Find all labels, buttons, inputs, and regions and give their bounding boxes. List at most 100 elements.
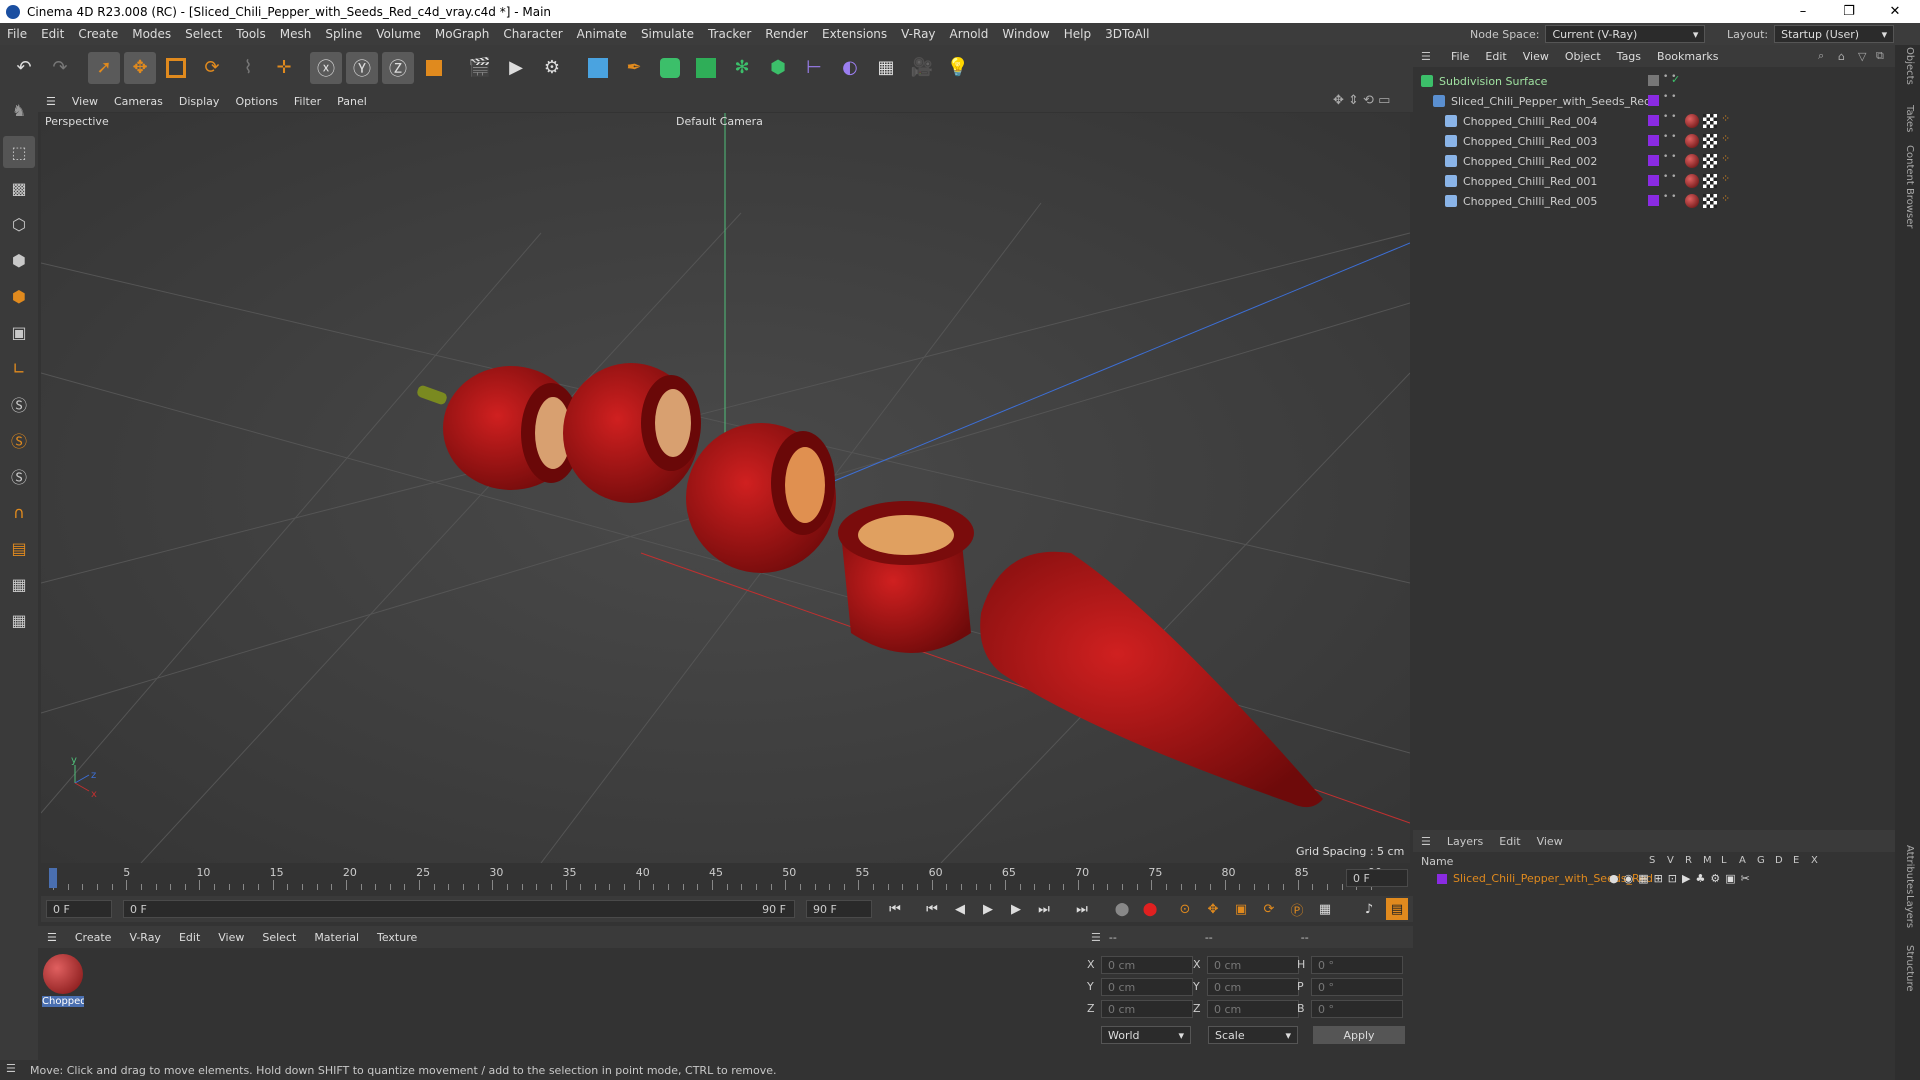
- material-tag-icon[interactable]: [1685, 134, 1699, 148]
- menu-tools[interactable]: Tools: [229, 27, 273, 41]
- layers-menu-layers[interactable]: Layers: [1439, 835, 1491, 848]
- undo-button[interactable]: ↶: [8, 52, 40, 84]
- layer-color-tag[interactable]: [1648, 135, 1659, 146]
- layout-dropdown[interactable]: Startup (User) ▾: [1774, 25, 1895, 43]
- coord-value-field[interactable]: 0 °: [1311, 956, 1403, 974]
- playhead[interactable]: [49, 868, 57, 888]
- scale-key-button[interactable]: ▣: [1230, 898, 1252, 920]
- mograph-button[interactable]: ⬢: [762, 52, 794, 84]
- home-icon[interactable]: ⌂: [1838, 50, 1845, 63]
- transform-button[interactable]: ✛: [268, 52, 300, 84]
- filter-icon[interactable]: ▽: [1858, 50, 1866, 63]
- uvw-tag-checker-icon[interactable]: [1703, 154, 1717, 168]
- node-space-dropdown[interactable]: Current (V-Ray) ▾: [1545, 25, 1706, 43]
- enabled-check-icon[interactable]: ✓: [1671, 73, 1680, 86]
- workplane-button[interactable]: ▤: [3, 532, 35, 564]
- point-level-key-button[interactable]: ▦: [1314, 898, 1336, 920]
- object-row[interactable]: Subdivision Surface • • ✓: [1413, 71, 1895, 91]
- side-tab-takes[interactable]: Takes: [1904, 105, 1915, 132]
- uvw-tag-checker-icon[interactable]: [1703, 114, 1717, 128]
- record-button[interactable]: ⬤: [1111, 898, 1133, 920]
- material-swatch[interactable]: Chopped: [42, 954, 84, 1012]
- visibility-dots-icon[interactable]: • •: [1663, 173, 1676, 182]
- side-tab-content-browser[interactable]: Content Browser: [1904, 145, 1915, 228]
- uv-mode-button[interactable]: ▣: [3, 316, 35, 348]
- render-settings-button[interactable]: ⚙: [536, 52, 568, 84]
- make-editable-button[interactable]: ♞: [3, 94, 35, 126]
- material-menu-edit[interactable]: Edit: [170, 931, 209, 944]
- menu-modes[interactable]: Modes: [125, 27, 178, 41]
- sculpt-grid-button[interactable]: ▦: [3, 604, 35, 636]
- material-tag-icon[interactable]: [1685, 194, 1699, 208]
- rotate-tool-button[interactable]: ⟳: [196, 52, 228, 84]
- menu-animate[interactable]: Animate: [570, 27, 634, 41]
- menu-simulate[interactable]: Simulate: [634, 27, 701, 41]
- y-axis-button[interactable]: Ⓨ: [346, 51, 378, 84]
- side-tab-layers[interactable]: Layers: [1904, 895, 1915, 928]
- menu-render[interactable]: Render: [758, 27, 815, 41]
- viewport-menu-cameras[interactable]: Cameras: [106, 95, 171, 108]
- layer-toggle-icons[interactable]: ●◉▦⊞⊡▶♣⚙▣✂: [1609, 872, 1755, 885]
- x-axis-button[interactable]: ⓧ: [310, 51, 342, 84]
- coord-value-field[interactable]: 0 cm: [1101, 1000, 1193, 1018]
- object-name[interactable]: Chopped_Chilli_Red_003: [1463, 135, 1597, 148]
- grid-button[interactable]: ▦: [3, 568, 35, 600]
- layer-color-tag[interactable]: [1648, 195, 1659, 206]
- menu-mograph[interactable]: MoGraph: [428, 27, 497, 41]
- layers-menu-edit[interactable]: Edit: [1491, 835, 1528, 848]
- material-tag-icon[interactable]: [1685, 174, 1699, 188]
- hamburger-icon[interactable]: ☰: [38, 95, 64, 108]
- menu-select[interactable]: Select: [178, 27, 229, 41]
- edge-mode-button[interactable]: ⬢: [3, 244, 35, 276]
- menu-extensions[interactable]: Extensions: [815, 27, 894, 41]
- move-tool-button[interactable]: ✥: [124, 51, 156, 84]
- coord-value-field[interactable]: 0 cm: [1207, 978, 1299, 996]
- cube-button[interactable]: [582, 52, 614, 84]
- search-icon[interactable]: ⌕: [1818, 49, 1824, 63]
- z-axis-button[interactable]: Ⓩ: [382, 51, 414, 84]
- end-frame-field[interactable]: 90 F: [806, 900, 872, 918]
- coordinate-system-button[interactable]: [418, 52, 450, 84]
- select-tool-button[interactable]: ➚: [88, 51, 120, 84]
- texture-mode-button[interactable]: ▩: [3, 172, 35, 204]
- go-to-start-button[interactable]: ⏮: [884, 898, 906, 920]
- coord-value-field[interactable]: 0 cm: [1207, 956, 1299, 974]
- menu-edit[interactable]: Edit: [34, 27, 71, 41]
- go-to-end-button[interactable]: ⏭: [1071, 898, 1093, 920]
- layer-color-swatch[interactable]: [1437, 874, 1447, 884]
- snap-settings-button[interactable]: Ⓢ: [3, 424, 35, 456]
- hamburger-icon[interactable]: ☰: [1413, 835, 1439, 848]
- axis-mode-button[interactable]: ∟: [3, 352, 35, 384]
- menu-spline[interactable]: Spline: [318, 27, 369, 41]
- rotation-key-button[interactable]: ⟳: [1258, 898, 1280, 920]
- visibility-dots-icon[interactable]: • •: [1663, 133, 1676, 142]
- keyframe-selection-button[interactable]: ⊙: [1174, 898, 1196, 920]
- phong-tag-icon[interactable]: ⁘: [1721, 192, 1730, 205]
- field-button[interactable]: ◐: [834, 52, 866, 84]
- object-row[interactable]: Sliced_Chili_Pepper_with_Seeds_Red • •: [1413, 91, 1895, 111]
- previous-frame-button[interactable]: ◀: [949, 898, 971, 920]
- phong-tag-icon[interactable]: ⁘: [1721, 112, 1730, 125]
- material-menu-view[interactable]: View: [209, 931, 253, 944]
- side-tab-structure[interactable]: Structure: [1904, 945, 1915, 992]
- layer-color-tag[interactable]: [1648, 115, 1659, 126]
- viewport-nav-icons[interactable]: ✥ ⇕ ⟲ ▭: [1333, 93, 1390, 108]
- object-name[interactable]: Chopped_Chilli_Red_004: [1463, 115, 1597, 128]
- phong-tag-icon[interactable]: ⁘: [1721, 132, 1730, 145]
- object-row[interactable]: Chopped_Chilli_Red_003 • • ⁘: [1413, 131, 1895, 151]
- layer-color-tag[interactable]: [1648, 155, 1659, 166]
- magnet-button[interactable]: ∩: [3, 496, 35, 528]
- visibility-dots-icon[interactable]: • •: [1663, 153, 1676, 162]
- object-name[interactable]: Chopped_Chilli_Red_001: [1463, 175, 1597, 188]
- scale-tool-button[interactable]: [160, 52, 192, 84]
- render-picture-viewer-button[interactable]: ▶: [500, 52, 532, 84]
- layer-color-tag[interactable]: [1648, 95, 1659, 106]
- live-select-button[interactable]: ⌇: [232, 52, 264, 84]
- material-menu-texture[interactable]: Texture: [368, 931, 426, 944]
- object-row[interactable]: Chopped_Chilli_Red_004 • • ⁘: [1413, 111, 1895, 131]
- menu-create[interactable]: Create: [71, 27, 125, 41]
- object-menu-view[interactable]: View: [1515, 50, 1557, 63]
- menu-tracker[interactable]: Tracker: [701, 27, 758, 41]
- light-button[interactable]: 💡: [942, 52, 974, 84]
- object-menu-edit[interactable]: Edit: [1477, 50, 1514, 63]
